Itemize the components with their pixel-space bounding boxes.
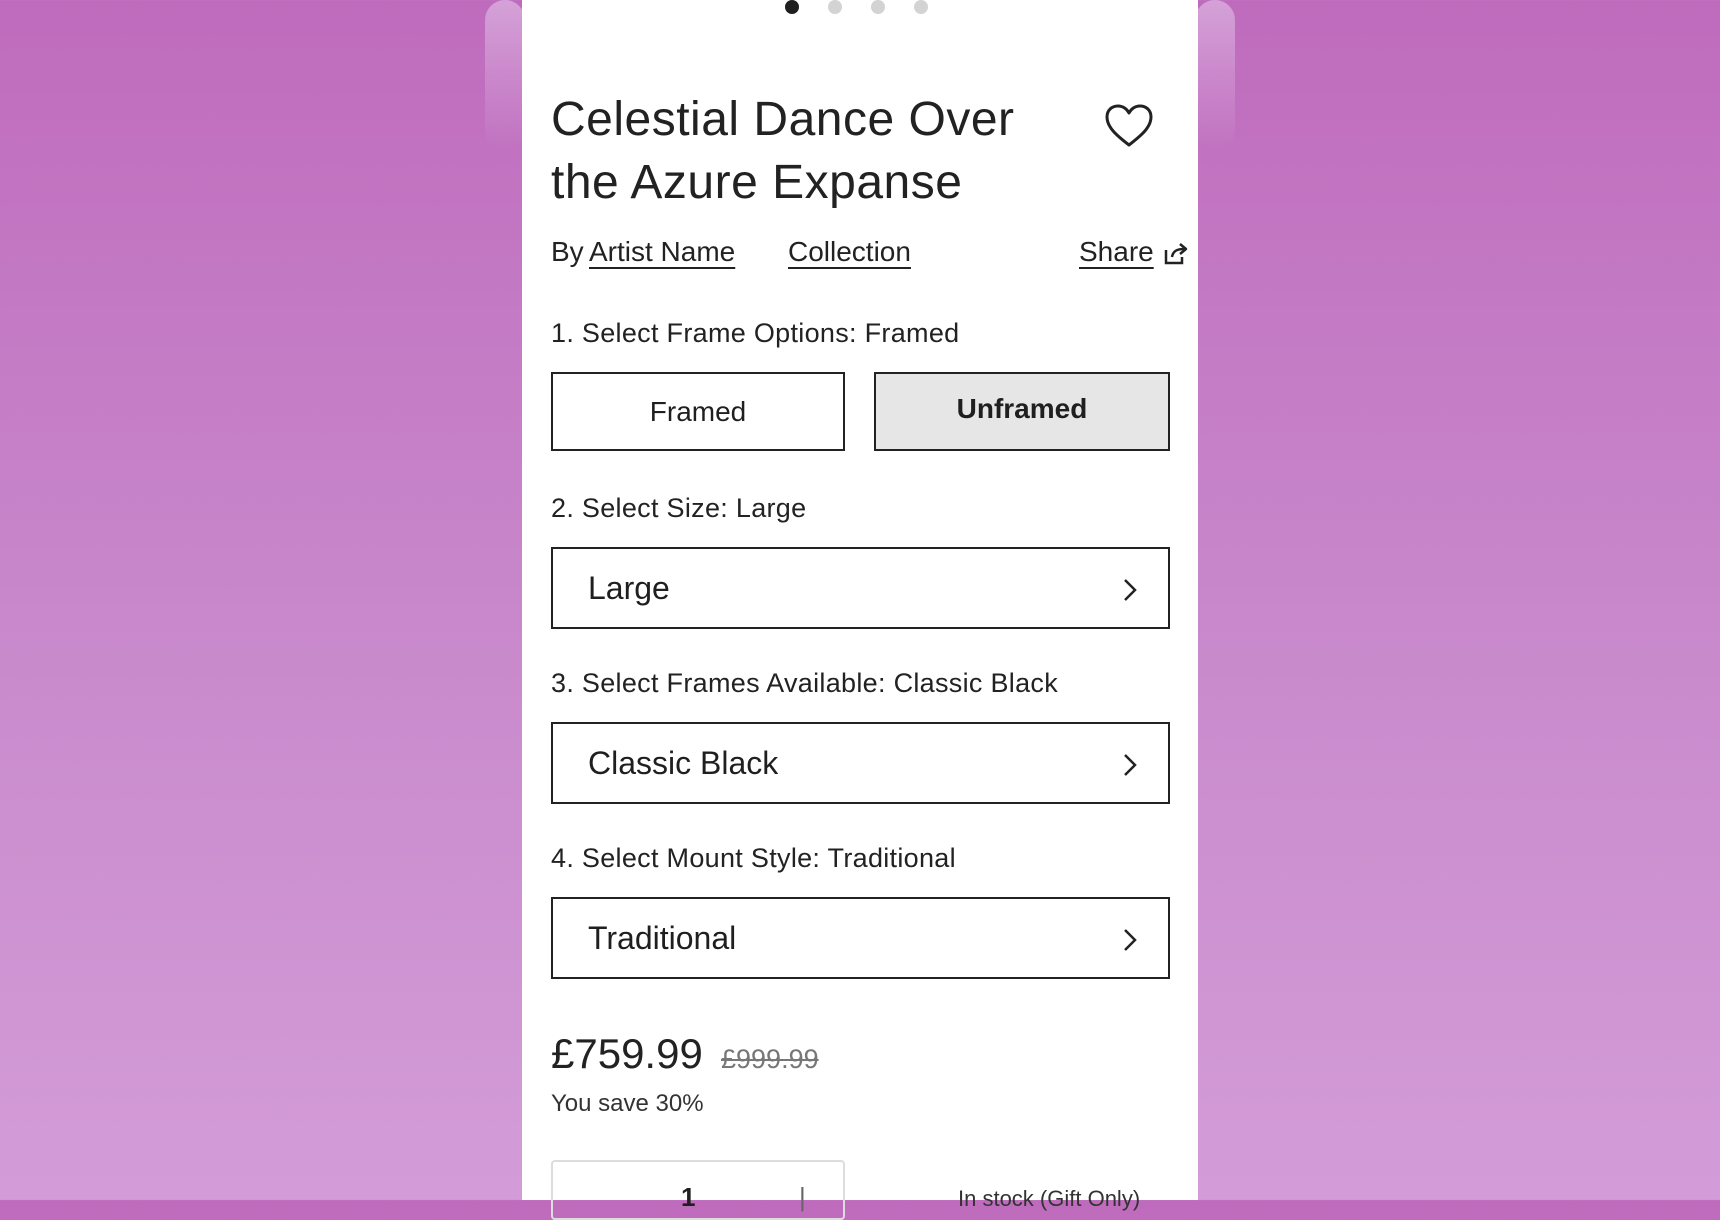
savings-text: You save 30% [551,1090,704,1117]
quantity-stepper[interactable]: 1 | [551,1160,845,1220]
quantity-increment-icon[interactable]: | [799,1182,806,1213]
size-select-value: Large [588,569,670,606]
unframed-option-button[interactable]: Unframed [874,372,1170,451]
carousel-dot[interactable] [914,0,928,14]
heart-icon[interactable] [1104,103,1154,148]
carousel-dot[interactable] [785,0,799,14]
share-icon[interactable] [1163,242,1189,266]
product-title: Celestial Dance Over the Azure Expanse [551,93,1015,209]
chevron-right-icon [1124,929,1137,951]
carousel-dot[interactable] [828,0,842,14]
quantity-value: 1 [681,1182,696,1212]
original-price: £999.99 [721,1044,819,1074]
current-price: £759.99 [551,1030,703,1077]
carousel-dot[interactable] [871,0,885,14]
chevron-right-icon [1124,754,1137,776]
frames-available-label: 3. Select Frames Available: Classic Blac… [551,668,1059,698]
artist-link[interactable]: Artist Name [589,236,735,268]
background-edge-decoration [485,0,525,150]
mount-style-label: 4. Select Mount Style: Traditional [551,843,956,873]
product-detail-panel: Celestial Dance Over the Azure Expanse B… [522,0,1198,1220]
frames-select-value: Classic Black [588,744,779,781]
frame-options-label: 1. Select Frame Options: Framed [551,318,960,348]
framed-option-button[interactable]: Framed [551,372,845,451]
share-link[interactable]: Share [1079,236,1154,268]
carousel-dots [785,0,928,16]
size-label: 2. Select Size: Large [551,493,807,523]
product-meta: By Artist Name Collection Share [551,236,1191,276]
mount-style-select-value: Traditional [588,919,737,956]
chevron-right-icon [1124,579,1137,601]
mount-style-select[interactable]: Traditional [551,897,1170,979]
stock-status: In stock (Gift Only) [958,1186,1141,1211]
background-edge-decoration [1195,0,1235,150]
size-select[interactable]: Large [551,547,1170,629]
by-prefix: By [551,236,584,267]
frames-select[interactable]: Classic Black [551,722,1170,804]
collection-link[interactable]: Collection [788,236,911,268]
